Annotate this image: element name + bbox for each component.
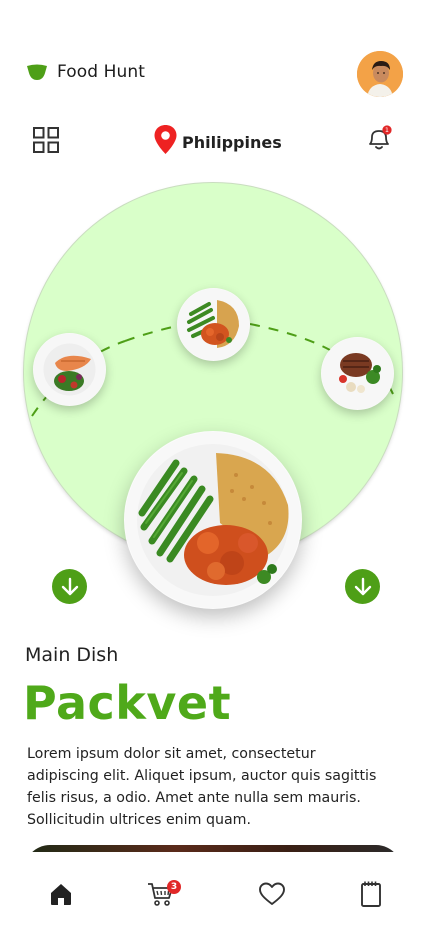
dish-thumbnail-steak[interactable] (321, 337, 394, 410)
scroll-down-left-button[interactable] (52, 569, 87, 604)
cart-count-badge: 3 (167, 880, 181, 894)
dish-category: Main Dish (25, 644, 119, 666)
location-selector[interactable]: Philippines (153, 124, 282, 155)
orders-notepad-icon[interactable] (357, 880, 385, 908)
steak-vegetables-image (321, 337, 394, 410)
dish-thumbnail-packvet[interactable] (177, 288, 250, 361)
user-avatar-icon (357, 51, 403, 97)
notification-count: 1 (385, 126, 389, 134)
home-icon[interactable] (47, 880, 75, 908)
heart-icon[interactable] (258, 880, 286, 908)
location-label: Philippines (182, 133, 282, 152)
bowl-logo-icon (27, 64, 47, 80)
dish-thumbnail-salmon-salad[interactable] (33, 333, 106, 406)
location-pin-icon (154, 125, 177, 154)
brand-name: Food Hunt (57, 62, 146, 82)
grid-menu-icon[interactable] (33, 127, 59, 153)
app-screen: Food Hunt Philippines 1 Main Dish Packve… (0, 0, 430, 932)
dish-featured-packvet[interactable] (124, 431, 302, 609)
scroll-down-right-button[interactable] (345, 569, 380, 604)
bottom-navigation (0, 852, 430, 932)
arrow-down-icon (61, 577, 78, 595)
dish-description: Lorem ipsum dolor sit amet, consectetur … (27, 746, 377, 828)
avatar[interactable] (357, 51, 403, 97)
dish-title: Packvet (23, 676, 232, 730)
packvet-thumbnail-image (177, 288, 250, 361)
packvet-featured-image (125, 432, 301, 608)
brand: Food Hunt (26, 62, 145, 82)
arrow-down-icon (354, 577, 371, 595)
salmon-salad-image (33, 333, 106, 406)
notification-bell-icon[interactable]: 1 (364, 124, 394, 154)
